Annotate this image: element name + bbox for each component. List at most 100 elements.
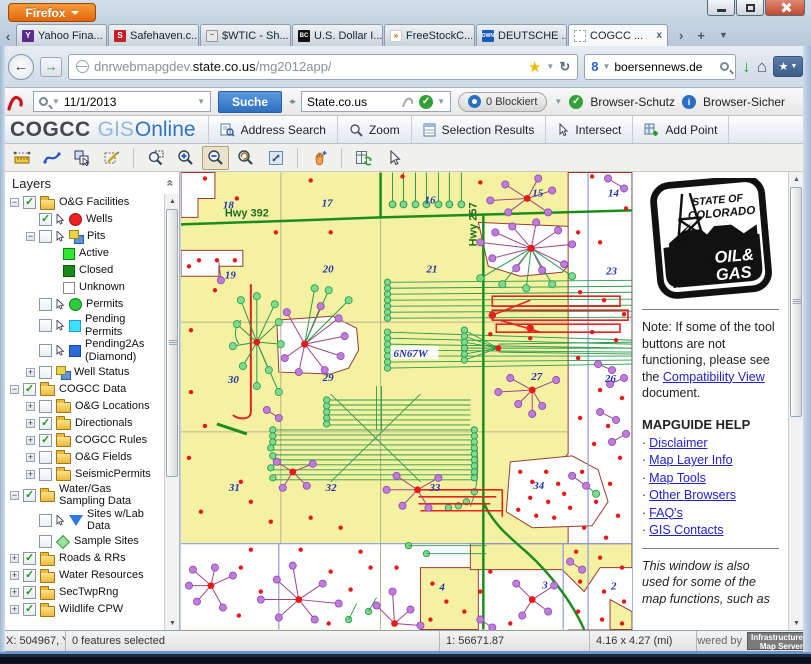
layer-checkbox[interactable] xyxy=(39,417,52,430)
layer-pits[interactable]: Pits xyxy=(5,228,163,245)
tab-close-icon[interactable]: x xyxy=(656,30,662,41)
layer-label[interactable]: Wildlife CPW xyxy=(59,603,123,616)
layer-seismic-permits[interactable]: SeismicPermits xyxy=(5,466,163,483)
layer-label[interactable]: Permits xyxy=(86,298,123,311)
layer-checkbox[interactable] xyxy=(23,603,36,616)
zoom-rectangle-tool-button[interactable] xyxy=(142,146,169,170)
tab-us-dollar[interactable]: BC U.S. Dollar I... xyxy=(292,24,383,46)
tab-yahoo[interactable]: Y Yahoo Fina... xyxy=(16,24,107,46)
redline-tool-button[interactable] xyxy=(38,146,65,170)
layer-label[interactable]: SecTwpRng xyxy=(59,586,118,599)
map-viewport[interactable]: 18 17 16 15 14 19 20 21 23 30 29 27 26 3… xyxy=(181,172,632,630)
menu-address-search[interactable]: Address Search xyxy=(208,116,337,143)
chevron-down-icon[interactable]: ▼ xyxy=(437,97,445,106)
chevron-down-icon[interactable]: ▼ xyxy=(52,97,60,106)
layer-sectwprng[interactable]: SecTwpRng xyxy=(5,584,163,601)
layer-sites-lab-data[interactable]: Sites w/Lab Data xyxy=(5,508,163,533)
layer-checkbox[interactable] xyxy=(39,451,52,464)
tab-deutsche[interactable]: DWN DEUTSCHE ... xyxy=(476,24,567,46)
faqs-link[interactable]: FAQ's xyxy=(649,506,683,520)
layer-wells[interactable]: Wells xyxy=(5,211,163,228)
layer-directionals[interactable]: Directionals xyxy=(5,415,163,432)
scroll-tabs-left-button[interactable]: ‹ xyxy=(0,26,16,46)
info-panel-scrollbar[interactable]: ▲ ▼ xyxy=(788,172,803,630)
reload-icon[interactable]: ↻ xyxy=(559,59,570,75)
expand-node-icon[interactable] xyxy=(26,436,35,445)
gis-contacts-link[interactable]: GIS Contacts xyxy=(649,523,723,537)
site-rating-field[interactable]: State.co.us ✓ ▼ xyxy=(301,91,451,112)
search-engine-icon[interactable]: 8 xyxy=(591,59,598,74)
layer-label[interactable]: SeismicPermits xyxy=(75,468,151,481)
layer-water-gas-sampling[interactable]: Water/Gas Sampling Data xyxy=(5,483,163,508)
expand-node-icon[interactable] xyxy=(10,588,19,597)
chevron-down-icon[interactable]: ▼ xyxy=(197,97,205,106)
fit-window-tool-button[interactable] xyxy=(262,146,289,170)
layer-sample-sites[interactable]: Sample Sites xyxy=(5,533,163,550)
new-tab-button[interactable]: + xyxy=(697,28,705,43)
other-browsers-link[interactable]: Other Browsers xyxy=(649,488,736,502)
toolbar-splitter-handle[interactable]: ◂▸ xyxy=(289,96,294,107)
layer-checkbox[interactable] xyxy=(39,319,52,332)
layer-checkbox[interactable] xyxy=(23,489,36,502)
refresh-map-tool-button[interactable] xyxy=(350,146,377,170)
close-button[interactable] xyxy=(765,0,805,16)
avira-logo-icon[interactable] xyxy=(6,92,26,112)
search-input-value[interactable]: boersennews.de xyxy=(614,60,702,74)
bookmark-star-icon[interactable]: ★ xyxy=(528,58,541,76)
chevron-down-icon[interactable]: ▼ xyxy=(554,97,562,106)
layer-label[interactable]: Roads & RRs xyxy=(59,552,126,565)
scroll-down-icon[interactable]: ▼ xyxy=(165,616,180,630)
collapse-node-icon[interactable] xyxy=(10,385,19,394)
layer-well-status[interactable]: Well Status xyxy=(5,364,163,381)
expand-node-icon[interactable] xyxy=(26,453,35,462)
layer-label[interactable]: Well Status xyxy=(74,366,129,379)
forward-button[interactable]: → xyxy=(40,57,62,77)
zoom-in-tool-button[interactable] xyxy=(172,146,199,170)
layer-og-facilities[interactable]: O&G Facilities xyxy=(5,194,163,211)
layer-label[interactable]: Sample Sites xyxy=(74,535,139,548)
blocked-counter[interactable]: 0 Blockiert xyxy=(458,92,547,112)
zoom-out-tool-button[interactable] xyxy=(202,146,229,170)
avira-search-value[interactable]: 11/1/2013 xyxy=(64,95,117,109)
compatibility-view-link[interactable]: Compatibility View xyxy=(663,370,765,384)
layer-label[interactable]: O&G Locations xyxy=(75,400,150,413)
expand-node-icon[interactable] xyxy=(10,605,19,614)
menu-add-point[interactable]: Add Point xyxy=(632,116,729,143)
collapse-node-icon[interactable] xyxy=(10,491,19,500)
layer-label[interactable]: Sites w/Lab Data xyxy=(87,508,159,533)
layer-cogcc-data[interactable]: COGCC Data xyxy=(5,381,163,398)
map-tools-link[interactable]: Map Tools xyxy=(649,471,706,485)
tab-safehaven[interactable]: S Safehaven.c... xyxy=(108,24,199,46)
tab-wtic[interactable]: ~ $WTIC - Sh... xyxy=(200,24,291,46)
layer-wildlife-cpw[interactable]: Wildlife CPW xyxy=(5,601,163,618)
search-bar[interactable]: 8 ▼ boersennews.de xyxy=(584,54,736,80)
scrollbar-thumb[interactable] xyxy=(790,187,802,417)
map-layer-info-link[interactable]: Map Layer Info xyxy=(649,453,732,467)
expand-node-icon[interactable] xyxy=(26,402,35,411)
list-all-tabs-button[interactable]: ▼ xyxy=(719,30,728,40)
scroll-up-icon[interactable]: ▲ xyxy=(789,172,804,186)
measure-tool-button[interactable] xyxy=(8,146,35,170)
expand-node-icon[interactable] xyxy=(10,554,19,563)
layer-label[interactable]: Pending Permits xyxy=(85,313,157,338)
search-icon[interactable] xyxy=(720,62,729,71)
expand-node-icon[interactable] xyxy=(10,571,19,580)
layer-pending-permits[interactable]: Pending Permits xyxy=(5,313,163,338)
expand-node-icon[interactable] xyxy=(26,470,35,479)
expand-node-icon[interactable] xyxy=(26,368,35,377)
layer-checkbox[interactable] xyxy=(39,298,52,311)
layer-checkbox[interactable] xyxy=(39,468,52,481)
scrollbar-thumb[interactable] xyxy=(166,209,178,477)
select-features-tool-button[interactable] xyxy=(68,146,95,170)
menu-selection-results[interactable]: Selection Results xyxy=(411,116,546,143)
layer-checkbox[interactable] xyxy=(23,586,36,599)
browser-protection-label[interactable]: Browser-Schutz xyxy=(590,95,675,109)
layers-scrollbar[interactable]: ▲ ▼ xyxy=(164,194,179,630)
map-canvas[interactable]: 18 17 16 15 14 19 20 21 23 30 29 27 26 3… xyxy=(181,172,632,630)
menu-zoom[interactable]: Zoom xyxy=(337,116,411,143)
layer-checkbox[interactable] xyxy=(39,344,52,357)
collapse-panel-icon[interactable]: « xyxy=(164,180,178,187)
pan-tool-button[interactable] xyxy=(306,146,333,170)
scroll-tabs-right-button[interactable]: › xyxy=(679,28,683,43)
tab-cogcc-active[interactable]: COGCC ... x xyxy=(568,24,668,46)
